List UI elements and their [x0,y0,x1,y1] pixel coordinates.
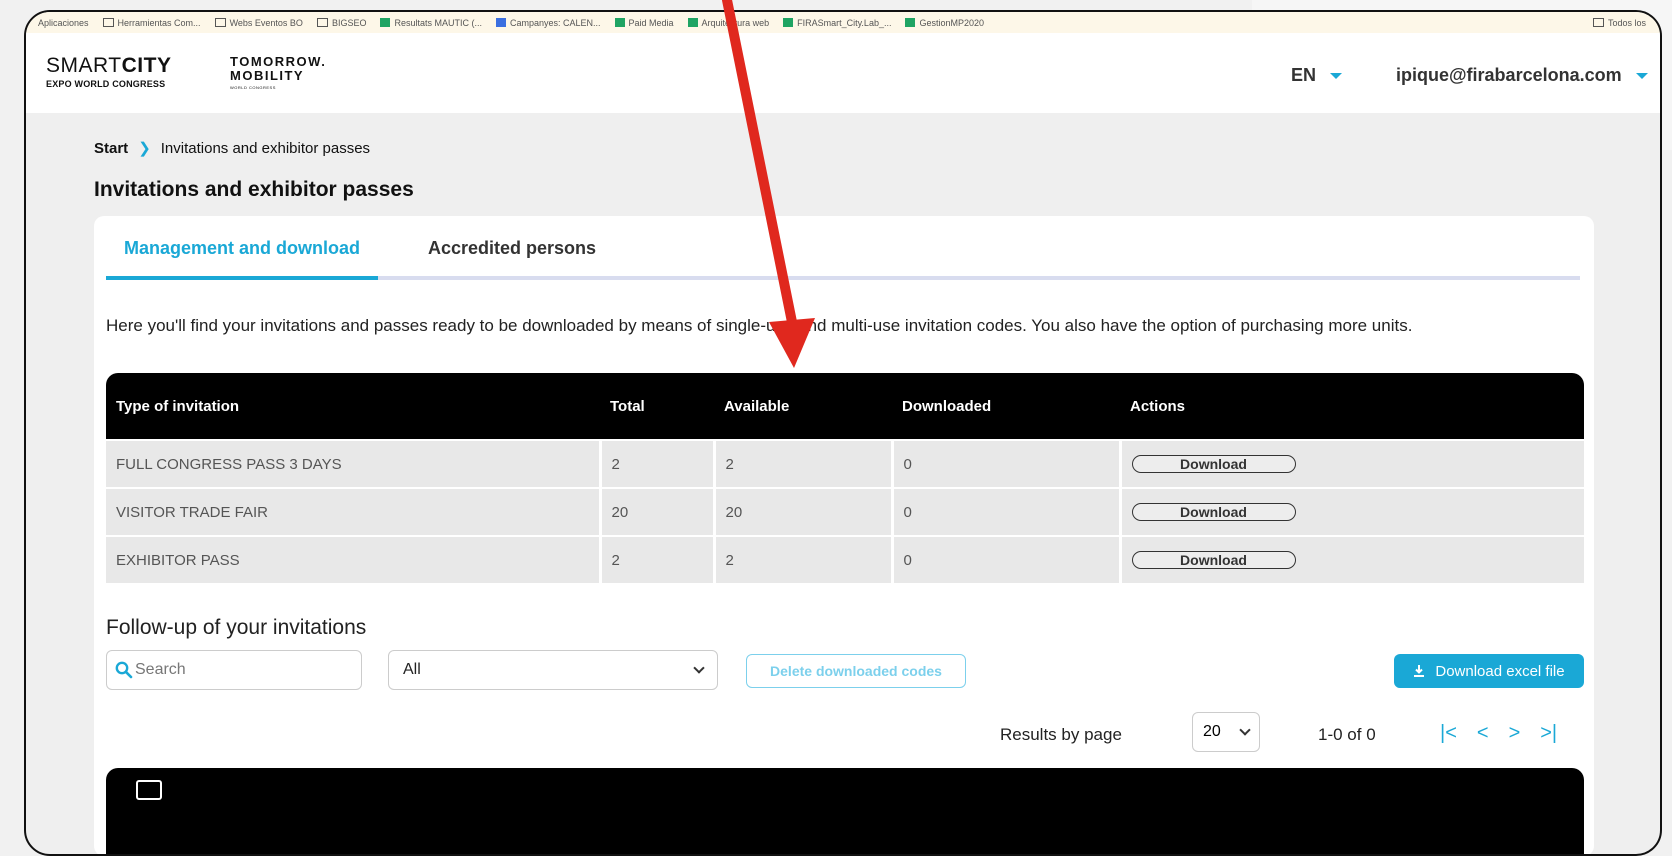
smartcity-logo[interactable]: SMARTCITY EXPO WORLD CONGRESS [46,55,171,90]
bookmark-apps[interactable]: Aplicaciones [38,18,89,28]
cell-total: 20 [600,487,716,536]
tab-management-download[interactable]: Management and download [105,238,379,280]
download-button[interactable]: Download [1131,551,1296,569]
tab-bar: Management and download Accredited perso… [105,216,1580,280]
sheets-icon [495,18,506,27]
cell-type: VISITOR TRADE FAIR [106,487,602,536]
caret-down-icon [1330,72,1343,79]
filter-value: All [403,661,421,678]
cell-type: EXHIBITOR PASS [106,535,602,583]
download-icon [1414,665,1425,677]
followup-title: Follow-up of your invitations [106,616,367,639]
select-all-checkbox[interactable] [136,780,162,800]
bookmark-link[interactable]: Paid Media [614,18,674,28]
cell-available: 2 [714,439,894,488]
tab-accredited-persons[interactable]: Accredited persons [428,238,596,276]
table-row: EXHIBITOR PASS 2 2 0 Download [106,535,1584,583]
header-downloaded[interactable]: Downloaded [892,373,1120,440]
sheets-icon [380,18,391,27]
cell-available: 20 [714,487,894,536]
cell-total: 2 [600,439,716,488]
last-page-icon[interactable]: >| [1540,722,1557,745]
cell-downloaded: 0 [892,439,1122,488]
table-row: FULL CONGRESS PASS 3 DAYS 2 2 0 Download [106,439,1584,488]
folder-icon [102,18,114,27]
chevron-right-icon: ❯ [138,140,151,157]
folder-icon [1592,18,1604,27]
bookmark-link[interactable]: Arquitectura web [687,18,769,28]
first-page-icon[interactable]: |< [1440,722,1457,745]
pagination-range: 1-0 of 0 [1318,725,1376,744]
cell-downloaded: 0 [892,487,1122,536]
download-button[interactable]: Download [1131,503,1296,521]
header-actions: Actions [1120,373,1584,440]
bookmark-all[interactable]: Todos los [1592,12,1646,33]
cell-available: 2 [714,535,894,583]
header-total[interactable]: Total [600,373,714,440]
chevron-down-icon [693,662,705,674]
cell-actions: Download [1120,487,1584,536]
cell-actions: Download [1120,439,1584,488]
chevron-down-icon [1239,724,1251,736]
sheets-icon [783,18,794,27]
followup-table-header [106,768,1584,854]
cell-actions: Download [1120,535,1584,583]
breadcrumb-current: Invitations and exhibitor passes [160,139,371,157]
page-title: Invitations and exhibitor passes [94,178,414,201]
caret-down-icon [1635,72,1648,79]
browser-window: Aplicaciones Herramientas Com... Webs Ev… [24,10,1662,856]
cell-total: 2 [600,535,716,583]
user-menu[interactable]: ipique@firabarcelona.com [1396,65,1648,86]
site-header: SMARTCITY EXPO WORLD CONGRESS TOMORROW. … [26,33,1660,113]
bookmark-link[interactable]: Campanyes: CALEN... [495,18,601,28]
cell-type: FULL CONGRESS PASS 3 DAYS [106,439,602,488]
bookmark-folder[interactable]: Herramientas Com... [102,18,201,28]
bookmark-link[interactable]: FIRASmart_City.Lab_... [783,18,891,28]
bookmark-link[interactable]: GestionMP2020 [905,18,984,28]
tomorrow-mobility-logo[interactable]: TOMORROW. MOBILITY WORLD CONGRESS [230,55,326,91]
prev-page-icon[interactable]: < [1477,722,1489,745]
language-selector[interactable]: EN [1291,65,1343,86]
search-input[interactable]: Search [106,650,362,690]
download-excel-button[interactable]: Download excel file [1394,654,1584,688]
bookmark-link[interactable]: Resultats MAUTIC (... [380,18,482,28]
search-icon [115,661,133,679]
content-card: Management and download Accredited perso… [94,216,1594,854]
per-page-value: 20 [1203,723,1221,740]
table-row: VISITOR TRADE FAIR 20 20 0 Download [106,487,1584,536]
header-available[interactable]: Available [714,373,892,440]
delete-downloaded-codes-button[interactable]: Delete downloaded codes [746,654,966,688]
sheets-icon [905,18,916,27]
cell-downloaded: 0 [892,535,1122,583]
search-placeholder: Search [135,661,186,678]
breadcrumb: Start ❯ Invitations and exhibitor passes [94,139,371,158]
results-by-page-label: Results by page [1000,725,1122,744]
header-type[interactable]: Type of invitation [106,373,600,440]
sheets-icon [687,18,698,27]
bookmark-folder[interactable]: Webs Eventos BO [214,18,303,28]
table-header-row: Type of invitation Total Available Downl… [106,373,1584,440]
folder-icon [316,18,328,27]
sheets-icon [614,18,625,27]
description-text: Here you'll find your invitations and pa… [106,316,1413,335]
breadcrumb-start[interactable]: Start [94,140,128,157]
pagination-controls: |< < > >| [1440,722,1557,745]
excel-label: Download excel file [1435,662,1565,680]
folder-icon [214,18,226,27]
bookmarks-bar: Aplicaciones Herramientas Com... Webs Ev… [26,12,1660,33]
per-page-select[interactable]: 20 [1192,712,1260,752]
download-button[interactable]: Download [1131,455,1296,473]
filter-select[interactable]: All [388,650,718,690]
invitations-table: Type of invitation Total Available Downl… [106,373,1584,583]
next-page-icon[interactable]: > [1509,722,1521,745]
bookmark-folder[interactable]: BIGSEO [316,18,366,28]
